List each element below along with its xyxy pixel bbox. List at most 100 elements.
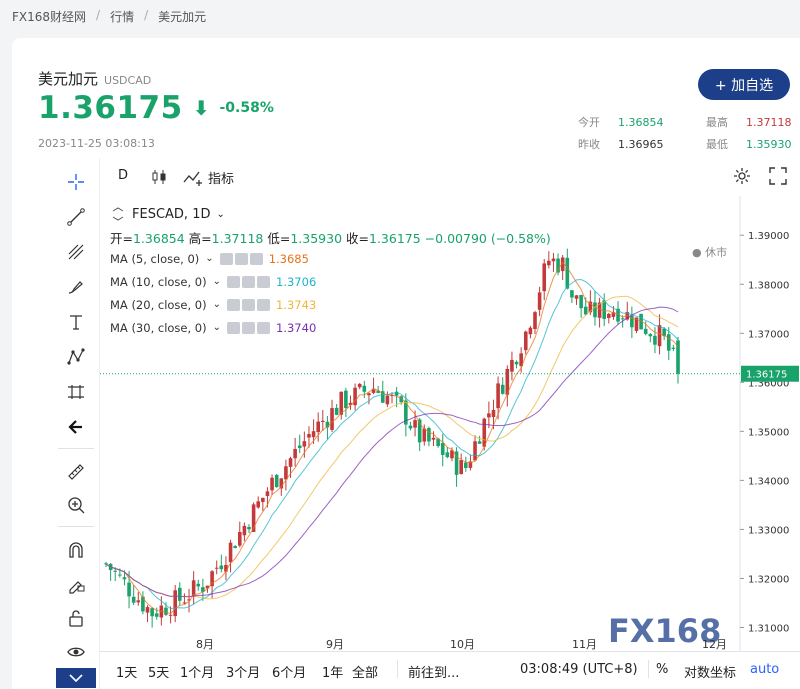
candle-body (316, 421, 320, 433)
candle-body (214, 567, 219, 569)
high-value: 1.37118 (211, 231, 264, 246)
text-tool-icon[interactable] (58, 308, 94, 336)
close-icon[interactable] (257, 321, 271, 334)
chevron-down-icon[interactable]: ⌄ (205, 253, 213, 264)
range-1m[interactable]: 1个月 (180, 662, 214, 681)
ma-controls[interactable] (227, 298, 271, 311)
collapse-legend-icon[interactable] (110, 206, 126, 222)
chevron-down-icon (69, 674, 83, 682)
back-arrow-icon[interactable] (58, 413, 94, 441)
candle-body (607, 313, 611, 318)
breadcrumb-separator: / (144, 8, 149, 22)
range-all[interactable]: 全部 (352, 662, 378, 681)
breadcrumb-market[interactable]: 行情 (110, 8, 134, 25)
zoom-in-icon[interactable] (58, 491, 94, 519)
candle-body (321, 420, 325, 422)
lock-icon[interactable] (58, 604, 94, 632)
eye-icon[interactable] (227, 275, 241, 288)
open-label: 开= (110, 231, 133, 246)
high-value: 1.37118 (746, 115, 792, 129)
y-tick-label: 1.37000 (748, 329, 789, 340)
candle-type-icon[interactable] (150, 168, 168, 186)
range-1y[interactable]: 1年 (322, 662, 343, 681)
eye-icon[interactable] (58, 638, 94, 666)
gear-icon[interactable] (234, 252, 248, 265)
indicators-button[interactable]: 指标 (182, 168, 234, 187)
indicators-label: 指标 (208, 172, 235, 187)
candle-body (491, 409, 496, 418)
candle-body (473, 441, 477, 461)
ma-controls[interactable] (227, 321, 271, 334)
last-price: 1.36175 (38, 90, 183, 126)
gear-icon[interactable] (242, 275, 256, 288)
log-scale-toggle[interactable]: 对数坐标 (684, 662, 736, 681)
trendline-icon[interactable] (58, 203, 94, 231)
candle-body (178, 587, 182, 601)
fib-tool-icon[interactable] (58, 238, 94, 266)
candle-body (330, 408, 334, 430)
range-5d[interactable]: 5天 (148, 662, 169, 681)
eye-icon[interactable] (219, 252, 233, 265)
ma-legend-row[interactable]: MA (5, close, 0) ⌄ 1.3685 (110, 247, 551, 270)
candle-body (440, 442, 445, 455)
candle-body (150, 608, 154, 617)
candle-body (657, 325, 662, 347)
open-value: 1.36854 (618, 115, 664, 129)
candle-body (362, 385, 367, 392)
candle-body (487, 413, 491, 418)
auto-scale-toggle[interactable]: auto (750, 662, 779, 677)
candle-body (261, 497, 265, 502)
chevron-down-icon[interactable]: ⌄ (216, 209, 224, 220)
candle-body (579, 294, 583, 309)
candle-body (339, 391, 344, 415)
draw-lock-icon[interactable] (58, 570, 94, 598)
close-icon[interactable] (249, 252, 263, 265)
chevron-down-icon[interactable]: ⌄ (213, 299, 221, 310)
candle-body (648, 334, 653, 337)
eye-icon[interactable] (227, 321, 241, 334)
range-bar: 1天 5天 1个月 3个月 6个月 1年 全部 前往到... 03:08:49 … (100, 652, 800, 689)
chart-topbar: D 指标 (100, 158, 800, 196)
gear-icon[interactable] (242, 298, 256, 311)
ma-legend-row[interactable]: MA (20, close, 0) ⌄ 1.3743 (110, 293, 551, 316)
candle-body (334, 407, 339, 415)
chevron-down-icon[interactable]: ⌄ (213, 322, 221, 333)
add-watchlist-button[interactable]: + 加自选 (698, 69, 790, 100)
fullscreen-icon[interactable] (768, 166, 788, 186)
crosshair-icon[interactable] (58, 168, 94, 196)
close-icon[interactable] (257, 275, 271, 288)
candle-body (113, 570, 118, 572)
close-icon[interactable] (257, 298, 271, 311)
ma-controls[interactable] (219, 252, 263, 265)
legend-symbol[interactable]: FESCAD, 1D (132, 207, 210, 222)
range-1d[interactable]: 1天 (116, 662, 137, 681)
eye-icon[interactable] (227, 298, 241, 311)
brush-icon[interactable] (58, 273, 94, 301)
gear-icon[interactable] (242, 321, 256, 334)
breadcrumb-home[interactable]: FX168财经网 (12, 8, 86, 25)
price-chart[interactable]: FX168 1.39000 1.38000 1.37000 1.36000 1.35000… (100, 196, 800, 689)
ma-label: MA (5, close, 0) (110, 251, 200, 266)
candle-body (242, 525, 247, 536)
settings-gear-icon[interactable] (732, 166, 752, 186)
ma-legend-row[interactable]: MA (10, close, 0) ⌄ 1.3706 (110, 270, 551, 293)
candle-body (219, 565, 224, 570)
magnet-icon[interactable] (58, 536, 94, 564)
prev-close-value: 1.36965 (618, 137, 664, 151)
goto-date-button[interactable]: 前往到... (408, 662, 459, 681)
ma-legend-row[interactable]: MA (30, close, 0) ⌄ 1.3740 (110, 316, 551, 339)
close-value: 1.36175 (369, 231, 421, 246)
pattern-tool-icon[interactable] (58, 343, 94, 371)
range-6m[interactable]: 6个月 (272, 662, 306, 681)
ma-controls[interactable] (227, 275, 271, 288)
percent-toggle[interactable]: % (656, 662, 668, 677)
clock: 03:08:49 (UTC+8) (520, 662, 638, 677)
range-3m[interactable]: 3个月 (226, 662, 260, 681)
chevron-down-icon[interactable]: ⌄ (213, 276, 221, 287)
measure-range-icon[interactable] (58, 378, 94, 406)
collapse-toolbar-button[interactable] (56, 668, 96, 688)
candle-body (422, 428, 427, 442)
candle-body (228, 542, 233, 563)
ruler-icon[interactable] (58, 458, 94, 486)
interval-selector[interactable]: D (118, 168, 128, 183)
